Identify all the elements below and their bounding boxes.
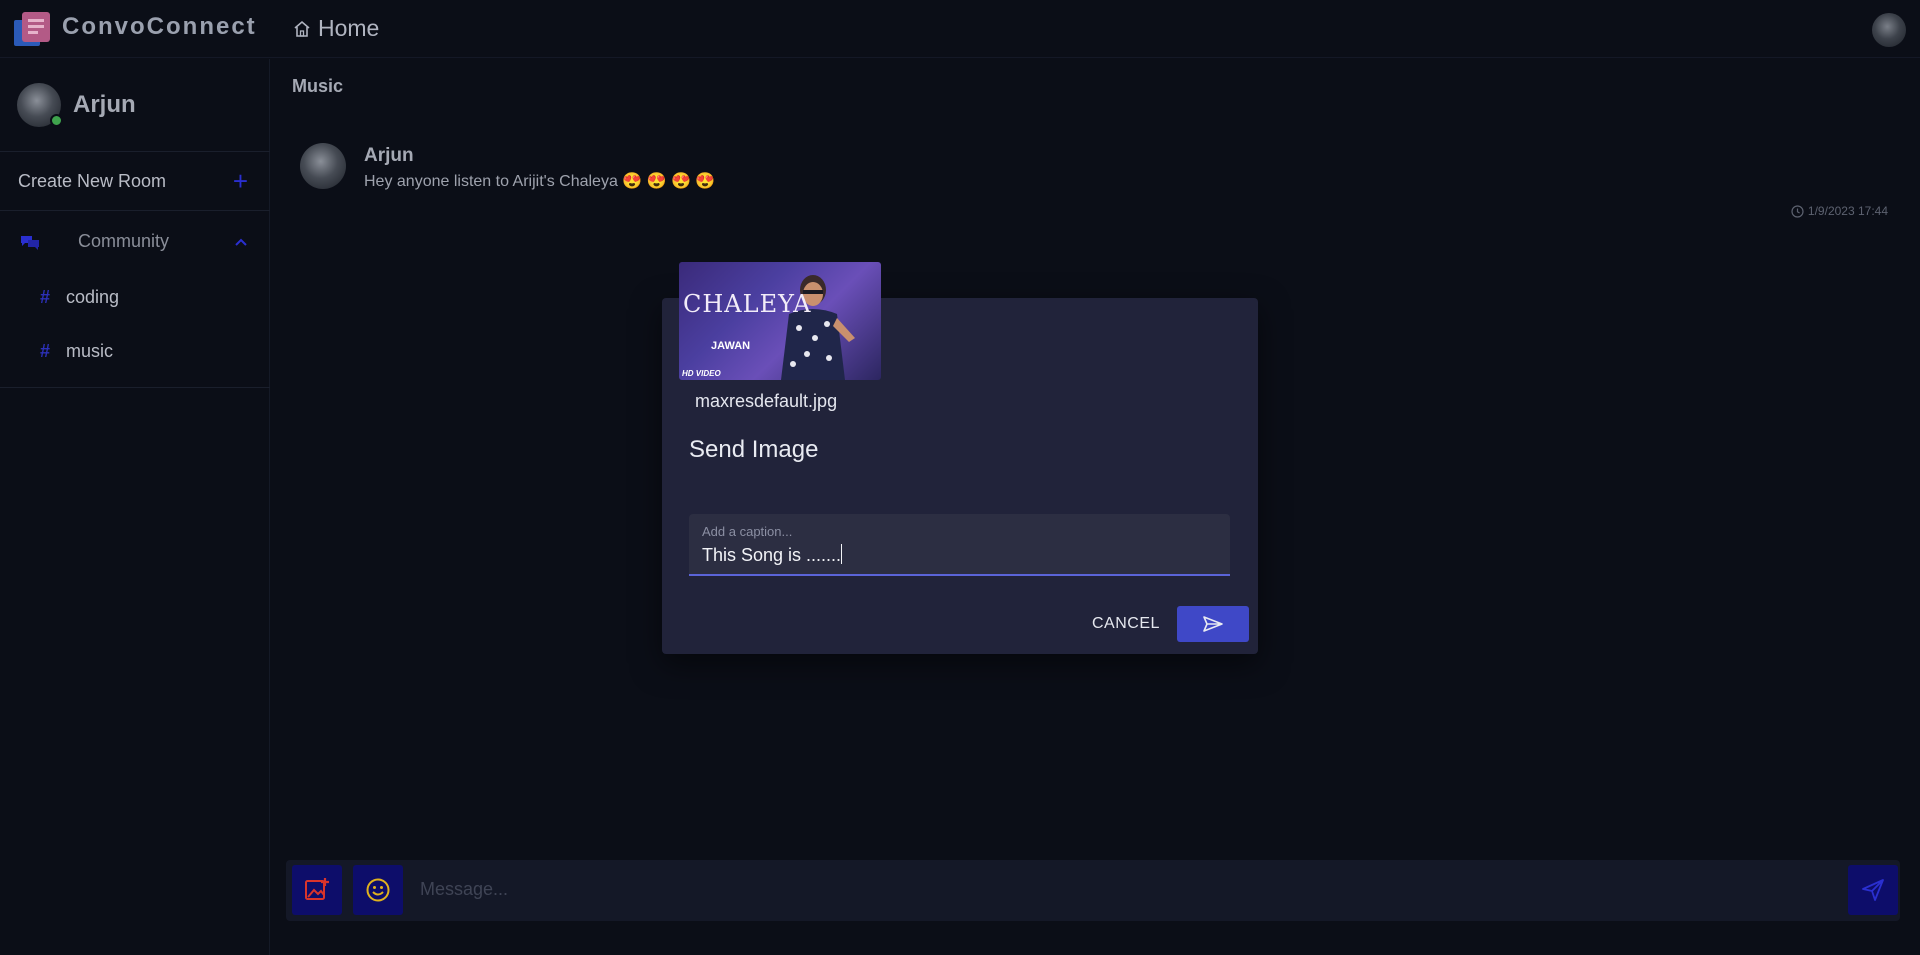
cancel-button[interactable]: CANCEL [1092,615,1160,633]
app-root: ConvoConnect Home Arjun Create New Room … [0,0,1920,955]
preview-subtitle: JAWAN [711,340,751,352]
file-name: maxresdefault.jpg [695,391,838,411]
caption-label: Add a caption... [702,524,793,539]
send-image-button[interactable] [1177,606,1249,642]
preview-title: CHALEYA [683,290,812,318]
preview-badge: HD VIDEO [682,369,721,378]
caption-text: This Song is ....... [702,545,842,565]
caption-field[interactable]: Add a caption... This Song is ....... [689,514,1230,576]
preview-figure [781,275,855,380]
caption-input[interactable]: This Song is ....... [702,544,843,566]
send-icon [1203,616,1223,632]
text-caret [841,544,843,564]
dialog-title: Send Image [689,436,819,463]
image-preview: CHALEYA JAWAN HD VIDEO [679,262,881,380]
